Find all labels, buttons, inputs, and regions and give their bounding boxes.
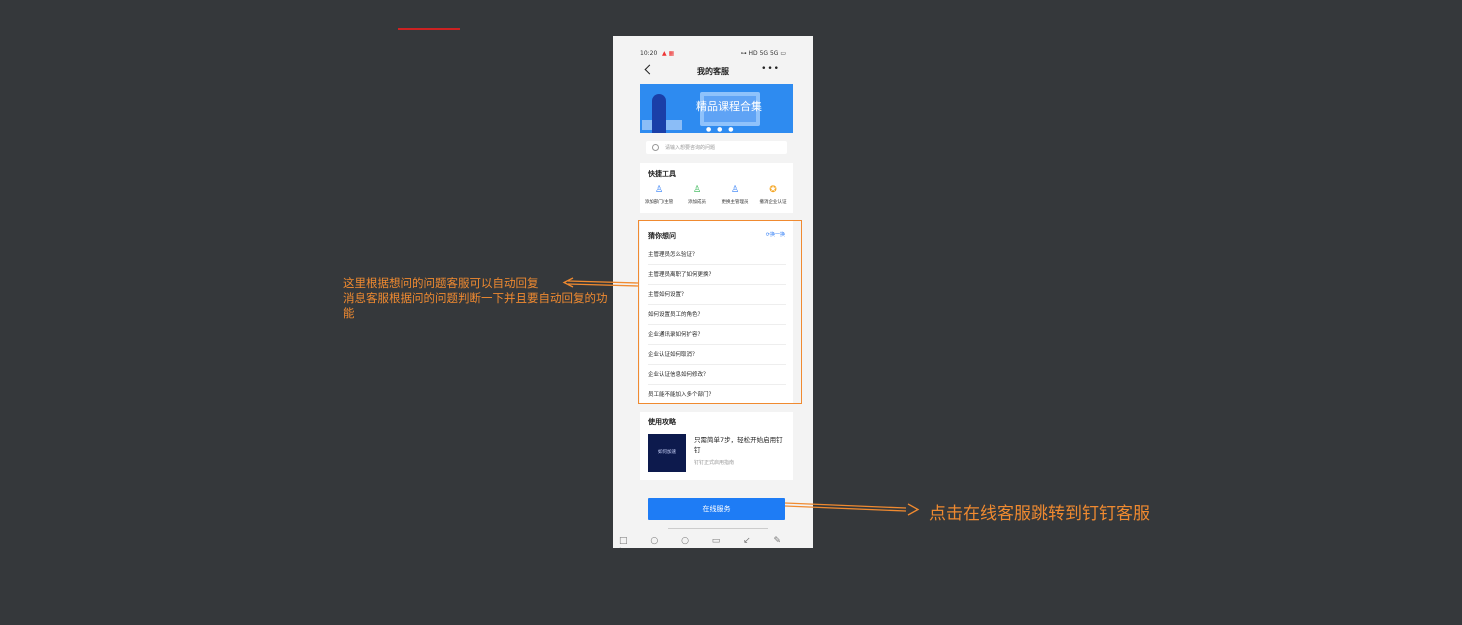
annotation-auto-reply: 这里根据想问的问题客服可以自动回复 消息客服根据问的问题判断一下并且要自动回复的… (343, 276, 613, 321)
annotation-text: 这里根据想问的问题客服可以自动回复 消息客服根据问的问题判断一下并且要自动回复的… (343, 276, 608, 320)
annotation-arrows (562, 277, 920, 516)
right-arrow (784, 502, 920, 516)
annotation-online-service: 点击在线客服跳转到钉钉客服 (929, 504, 1150, 524)
